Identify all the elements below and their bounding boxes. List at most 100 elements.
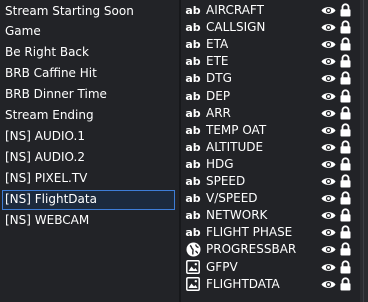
visibility-eye-icon[interactable]	[321, 210, 336, 221]
source-item[interactable]: GFPV	[181, 259, 360, 276]
text-source-icon: ab	[185, 72, 201, 86]
lock-icon[interactable]	[340, 54, 351, 68]
lock-icon[interactable]	[340, 140, 351, 154]
lock-icon[interactable]	[340, 174, 351, 188]
visibility-eye-icon[interactable]	[321, 279, 336, 290]
text-source-icon: ab	[185, 21, 201, 35]
text-source-icon: ab	[185, 175, 201, 188]
lock-icon[interactable]	[340, 191, 351, 205]
scenes-panel: Stream Starting Soon Game Be Right Back BRB…	[0, 0, 178, 302]
source-item[interactable]: ab ARR	[181, 105, 360, 122]
source-label: ALTITUDE	[206, 139, 264, 154]
source-label: TEMP OAT	[206, 122, 267, 137]
scene-item[interactable]: BRB Caffine Hit	[2, 64, 175, 84]
lock-icon[interactable]	[340, 37, 351, 51]
lock-icon[interactable]	[340, 71, 351, 85]
image-icon	[185, 260, 201, 275]
source-label: V/SPEED	[206, 191, 258, 206]
visibility-eye-icon[interactable]	[321, 108, 336, 119]
source-item[interactable]: ab DEP	[181, 88, 360, 105]
scene-item[interactable]: [NS] PIXEL.TV	[2, 169, 175, 189]
text-source-icon: ab	[185, 140, 201, 154]
text-source-icon: ab	[185, 38, 201, 52]
visibility-eye-icon[interactable]	[321, 159, 336, 170]
visibility-eye-icon[interactable]	[321, 5, 336, 16]
source-label: FLIGHTDATA	[206, 276, 280, 291]
source-label: CALLSIGN	[206, 20, 266, 35]
visibility-eye-icon[interactable]	[321, 244, 336, 255]
text-source-icon: ab	[185, 226, 201, 240]
image-icon	[185, 277, 201, 292]
source-item[interactable]: ab FLIGHT PHASE	[181, 224, 360, 241]
scene-item[interactable]: [NS] FlightData	[2, 190, 175, 210]
text-source-icon: ab	[185, 123, 201, 137]
lock-icon[interactable]	[340, 123, 351, 137]
visibility-eye-icon[interactable]	[321, 56, 336, 67]
scene-item[interactable]: Be Right Back	[2, 43, 175, 63]
source-item[interactable]: ab AIRCRAFT	[181, 2, 360, 19]
source-item[interactable]: ab ETA	[181, 36, 360, 53]
lock-icon[interactable]	[340, 3, 351, 17]
lock-icon[interactable]	[340, 20, 351, 34]
lock-icon[interactable]	[340, 225, 351, 239]
visibility-eye-icon[interactable]	[321, 91, 336, 102]
source-item[interactable]: ab SPEED	[181, 173, 360, 190]
visibility-eye-icon[interactable]	[321, 176, 336, 187]
scene-item[interactable]: Stream Starting Soon	[2, 2, 175, 22]
scene-item[interactable]: [NS] AUDIO.1	[2, 127, 175, 147]
source-item[interactable]: FLIGHTDATA	[181, 276, 360, 293]
source-label: NETWORK	[206, 208, 268, 223]
sources-panel: ab AIRCRAFT ab CALLSIGN ab ETA ab ETE ab DTG ab DEP…	[181, 0, 360, 302]
scene-item[interactable]: [NS] AUDIO.2	[2, 148, 175, 168]
source-label: DTG	[206, 71, 232, 86]
source-item[interactable]: ab ALTITUDE	[181, 139, 360, 156]
scrollbar-track-line	[363, 0, 364, 302]
scene-item[interactable]: [NS] WEBCAM	[2, 211, 175, 231]
source-item[interactable]: ab TEMP OAT	[181, 122, 360, 139]
text-source-icon: ab	[185, 55, 201, 69]
text-source-icon: ab	[185, 106, 201, 120]
source-label: GFPV	[206, 259, 238, 274]
source-label: ARR	[206, 105, 231, 120]
lock-icon[interactable]	[340, 242, 351, 256]
text-source-icon: ab	[185, 157, 201, 171]
visibility-eye-icon[interactable]	[321, 227, 336, 238]
text-source-icon: ab	[185, 209, 201, 223]
source-item[interactable]: ab CALLSIGN	[181, 19, 360, 36]
sources-scrollbar[interactable]	[360, 0, 368, 302]
text-source-icon: ab	[185, 89, 201, 103]
scene-item[interactable]: Game	[2, 22, 175, 42]
source-label: HDG	[206, 156, 234, 171]
lock-icon[interactable]	[340, 106, 351, 120]
lock-icon[interactable]	[340, 88, 351, 103]
source-item[interactable]: ab ETE	[181, 53, 360, 70]
visibility-eye-icon[interactable]	[321, 73, 336, 84]
lock-icon[interactable]	[340, 277, 351, 291]
source-label: ETE	[206, 54, 229, 69]
source-item[interactable]: ab V/SPEED	[181, 190, 360, 207]
source-label: FLIGHT PHASE	[206, 225, 293, 240]
visibility-eye-icon[interactable]	[321, 125, 336, 136]
visibility-eye-icon[interactable]	[321, 262, 336, 273]
source-label: DEP	[206, 88, 231, 103]
source-item[interactable]: ab NETWORK	[181, 207, 360, 224]
source-item[interactable]: PROGRESSBAR	[181, 241, 360, 258]
scene-item[interactable]: Stream Ending	[2, 106, 175, 126]
visibility-eye-icon[interactable]	[321, 22, 336, 33]
scene-item[interactable]: BRB Dinner Time	[2, 85, 175, 105]
lock-icon[interactable]	[340, 259, 351, 274]
source-item[interactable]: ab HDG	[181, 156, 360, 173]
lock-icon[interactable]	[340, 208, 351, 222]
text-source-icon: ab	[185, 192, 201, 206]
visibility-eye-icon[interactable]	[321, 142, 336, 153]
text-source-icon: ab	[185, 4, 201, 17]
source-label: AIRCRAFT	[206, 3, 264, 17]
browser-globe-icon	[185, 242, 201, 257]
visibility-eye-icon[interactable]	[321, 193, 336, 204]
lock-icon[interactable]	[340, 157, 351, 171]
source-label: PROGRESSBAR	[206, 242, 297, 257]
source-label: SPEED	[206, 174, 246, 188]
source-item[interactable]: ab DTG	[181, 70, 360, 87]
visibility-eye-icon[interactable]	[321, 39, 336, 50]
source-label: ETA	[206, 37, 229, 52]
